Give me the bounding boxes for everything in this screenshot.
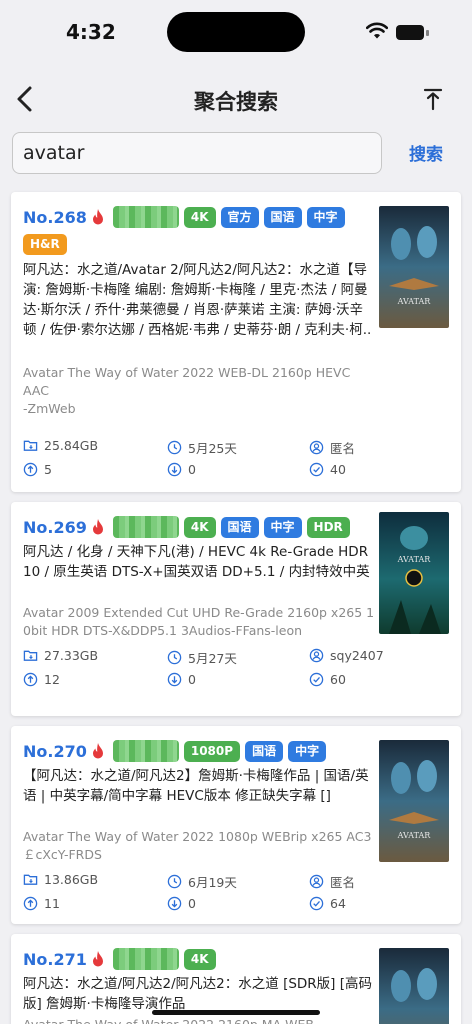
svg-text:AVATAR: AVATAR: [397, 831, 432, 840]
status-time: 4:32: [66, 20, 116, 44]
leechers: 0: [188, 462, 196, 477]
tag-hr: H&R: [23, 234, 67, 255]
clock-icon: [167, 874, 182, 889]
upload-age: 5月27天: [188, 651, 237, 666]
check-circle-icon: [309, 672, 324, 687]
download-arrow-icon: [167, 896, 182, 911]
tag-1080p: 1080P: [183, 740, 241, 762]
completed: 64: [330, 896, 346, 911]
result-card[interactable]: No.270 1080P 国语 中字 【阿凡达：水之道/阿凡达2】詹姆斯·卡梅隆…: [11, 726, 461, 924]
home-indicator[interactable]: [152, 1010, 320, 1015]
fire-icon: [92, 951, 103, 967]
nav-bar: 聚合搜索: [0, 70, 472, 130]
result-card[interactable]: No.268 4K 官方 国语 中字 H&R 阿凡达：水之道/Avatar 2/…: [11, 192, 461, 492]
title-en: Avatar The Way of Water 2022 WEB-DL 2160…: [23, 365, 351, 416]
upload-arrow-icon: [23, 672, 38, 687]
movie-poster: AVATAR: [379, 740, 449, 862]
user-icon: [309, 648, 324, 663]
tag-official: 官方: [220, 206, 259, 228]
scroll-to-top-icon[interactable]: [418, 84, 448, 114]
status-bar: 4:32: [0, 0, 472, 66]
upload-arrow-icon: [23, 462, 38, 477]
completed: 60: [330, 672, 346, 687]
movie-poster: AVATAR: [379, 512, 449, 634]
seeders: 11: [44, 896, 60, 911]
result-number: No.270: [23, 741, 87, 761]
fire-icon: [92, 743, 103, 759]
blurred-badge: [112, 516, 179, 538]
tag-hdr: HDR: [306, 516, 350, 538]
result-number: No.269: [23, 517, 87, 537]
blurred-badge: [112, 948, 179, 970]
search-button[interactable]: 搜索: [396, 140, 456, 168]
clock-icon: [167, 650, 182, 665]
search-input[interactable]: avatar: [12, 132, 382, 174]
upload-arrow-icon: [23, 896, 38, 911]
blurred-badge: [112, 206, 179, 228]
upload-age: 5月25天: [188, 441, 237, 456]
folder-icon: [23, 440, 38, 451]
movie-poster: [379, 948, 449, 1024]
title-en: Avatar 2009 Extended Cut UHD Re-Grade 21…: [23, 605, 375, 638]
user-icon: [309, 440, 324, 455]
tag-4k: 4K: [183, 516, 216, 538]
leechers: 0: [188, 896, 196, 911]
download-arrow-icon: [167, 462, 182, 477]
title-cn: 阿凡达：水之道/Avatar 2/阿凡达2/阿凡达2：水之道【导演: 詹姆斯·卡…: [23, 262, 372, 338]
title-cn: 阿凡达 / 化身 / 天神下凡(港) / HEVC 4k Re-Grade HD…: [23, 544, 370, 580]
movie-poster: AVATAR: [379, 206, 449, 328]
file-size: 13.86GB: [44, 872, 99, 887]
fire-icon: [92, 209, 103, 225]
tag-4k: 4K: [183, 948, 216, 970]
search-row: avatar 搜索: [0, 132, 472, 180]
leechers: 0: [188, 672, 196, 687]
result-number: No.271: [23, 949, 87, 969]
file-size: 25.84GB: [44, 438, 99, 453]
result-number: No.268: [23, 207, 87, 227]
fire-icon: [92, 519, 103, 535]
folder-icon: [23, 650, 38, 661]
tag-chinese-sub: 中字: [263, 516, 302, 538]
title-cn: 【阿凡达：水之道/阿凡达2】詹姆斯·卡梅隆作品 | 国语/英语 | 中英字幕/简…: [23, 768, 369, 804]
completed: 40: [330, 462, 346, 477]
check-circle-icon: [309, 896, 324, 911]
uploader: sqy2407: [330, 648, 384, 663]
user-icon: [309, 874, 324, 889]
page-title: 聚合搜索: [194, 90, 278, 114]
folder-icon: [23, 874, 38, 885]
title-en: Avatar The Way of Water 2022 1080p WEBri…: [23, 829, 372, 862]
tag-chinese-sub: 中字: [288, 740, 327, 762]
title-en: Avatar The Way of Water 2022 2160p MA WE…: [23, 1016, 375, 1024]
check-circle-icon: [309, 462, 324, 477]
tag-mandarin: 国语: [220, 516, 259, 538]
seeders: 5: [44, 462, 52, 477]
clock-icon: [167, 440, 182, 455]
svg-text:AVATAR: AVATAR: [397, 555, 432, 564]
file-size: 27.33GB: [44, 648, 99, 663]
battery-icon: [396, 25, 430, 41]
uploader: 匿名: [330, 875, 356, 890]
tag-chinese-sub: 中字: [306, 206, 345, 228]
uploader: 匿名: [330, 441, 356, 456]
dynamic-island: [167, 12, 305, 52]
tag-mandarin: 国语: [245, 740, 284, 762]
results-list[interactable]: No.268 4K 官方 国语 中字 H&R 阿凡达：水之道/Avatar 2/…: [0, 186, 472, 1024]
upload-age: 6月19天: [188, 875, 237, 890]
result-card[interactable]: No.269 4K 国语 中字 HDR 阿凡达 / 化身 / 天神下凡(港) /…: [11, 502, 461, 716]
title-cn: 阿凡达：水之道/阿凡达2/阿凡达2：水之道 [SDR版] [高码版] 詹姆斯·卡…: [23, 976, 373, 1012]
tag-4k: 4K: [183, 206, 216, 228]
blurred-badge: [112, 740, 179, 762]
svg-text:AVATAR: AVATAR: [397, 297, 432, 306]
tag-mandarin: 国语: [263, 206, 302, 228]
wifi-icon: [366, 22, 388, 39]
download-arrow-icon: [167, 672, 182, 687]
seeders: 12: [44, 672, 60, 687]
